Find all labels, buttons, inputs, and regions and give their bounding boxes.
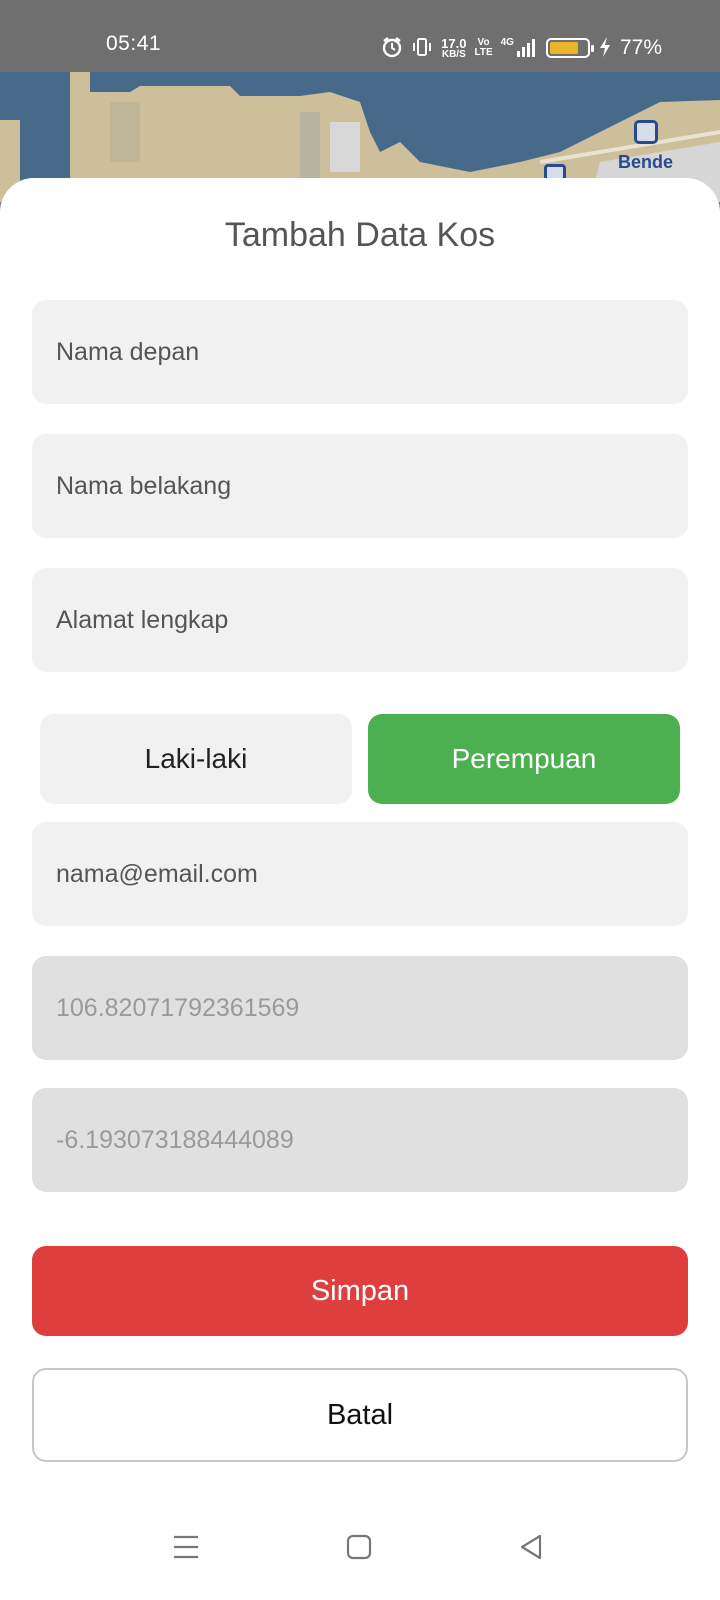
- email-input[interactable]: [56, 859, 688, 889]
- home-icon[interactable]: [346, 1534, 372, 1565]
- address-input[interactable]: [56, 605, 688, 635]
- status-time: 05:41: [106, 32, 162, 55]
- first-name-input[interactable]: [56, 337, 688, 367]
- status-bar: 05:41 17.0 KB/S Vo LTE 4G 77%: [0, 0, 720, 72]
- back-icon[interactable]: [518, 1534, 544, 1565]
- battery-percent: 77%: [619, 36, 662, 59]
- volte-indicator: Vo LTE: [474, 38, 492, 58]
- gender-male-button[interactable]: Laki-laki: [40, 714, 352, 804]
- menu-icon[interactable]: [172, 1534, 200, 1565]
- longitude-field: [32, 956, 688, 1060]
- latitude-input: [56, 1125, 688, 1155]
- signal-icon: 4G: [501, 38, 538, 58]
- net-speed: 17.0 KB/S: [441, 37, 466, 60]
- vibrate-icon: [411, 36, 433, 61]
- last-name-field[interactable]: [32, 434, 688, 538]
- form-title: Tambah Data Kos: [224, 216, 496, 254]
- save-button[interactable]: Simpan: [32, 1246, 688, 1336]
- network-type: 4G: [500, 37, 514, 48]
- navigation-bar: [0, 1500, 720, 1600]
- email-field[interactable]: [32, 822, 688, 926]
- battery-icon: [545, 38, 594, 58]
- cancel-button[interactable]: Batal: [32, 1368, 688, 1462]
- form-sheet: Tambah Data Kos Laki-laki Perempuan Simp…: [0, 178, 720, 1600]
- gender-female-button[interactable]: Perempuan: [368, 714, 680, 804]
- net-speed-unit: KB/S: [441, 48, 466, 60]
- battery-fill: [549, 42, 578, 54]
- first-name-field[interactable]: [32, 300, 688, 404]
- train-station-icon[interactable]: [634, 120, 658, 144]
- alarm-icon: [381, 36, 403, 61]
- status-icons: 17.0 KB/S Vo LTE 4G 77%: [381, 34, 662, 62]
- address-field[interactable]: [32, 568, 688, 672]
- map-place-label: Bende: [618, 152, 674, 172]
- net-speed-value: 17.0: [441, 35, 467, 51]
- longitude-input: [56, 993, 688, 1023]
- latitude-field: [32, 1088, 688, 1192]
- volte-bottom: LTE: [474, 47, 493, 58]
- last-name-input[interactable]: [56, 471, 688, 501]
- charging-icon: [598, 36, 612, 61]
